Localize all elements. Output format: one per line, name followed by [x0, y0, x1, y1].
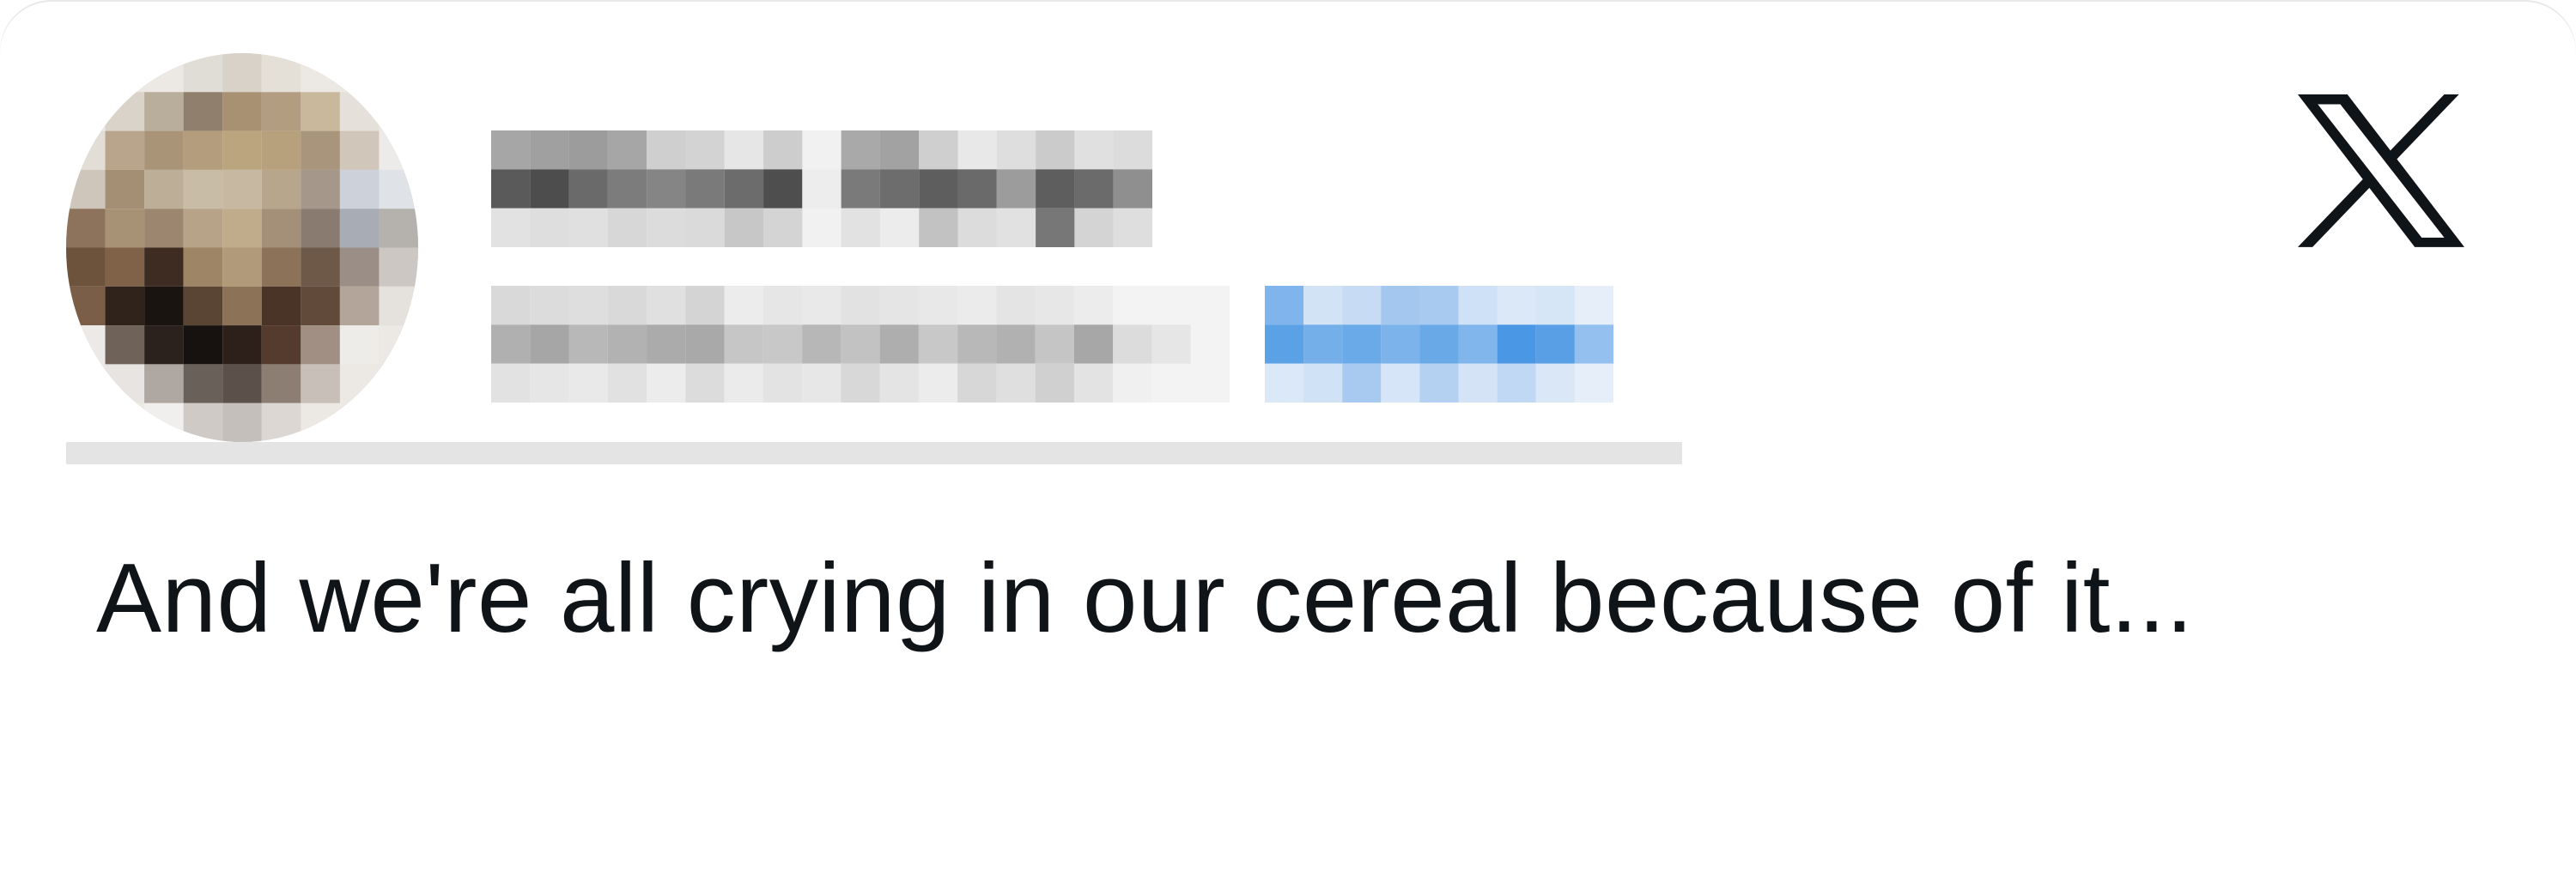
author-name-pixelation	[491, 130, 1152, 247]
author-handle-pixelation	[491, 286, 1230, 403]
avatar-pixelated-image	[66, 53, 418, 442]
header-divider	[66, 442, 1682, 464]
follow-link-redacted[interactable]	[1265, 286, 1613, 403]
author-name-redacted[interactable]	[491, 130, 1152, 247]
avatar[interactable]	[66, 53, 418, 442]
embedded-post-card: And we're all crying in our cereal becau…	[0, 0, 2576, 878]
post-text: And we're all crying in our cereal becau…	[96, 544, 2194, 653]
x-logo-icon-graphic	[2298, 94, 2464, 247]
follow-link-pixelation	[1265, 286, 1613, 403]
author-handle-redacted[interactable]	[491, 286, 1230, 403]
x-logo-icon[interactable]	[2298, 94, 2464, 247]
